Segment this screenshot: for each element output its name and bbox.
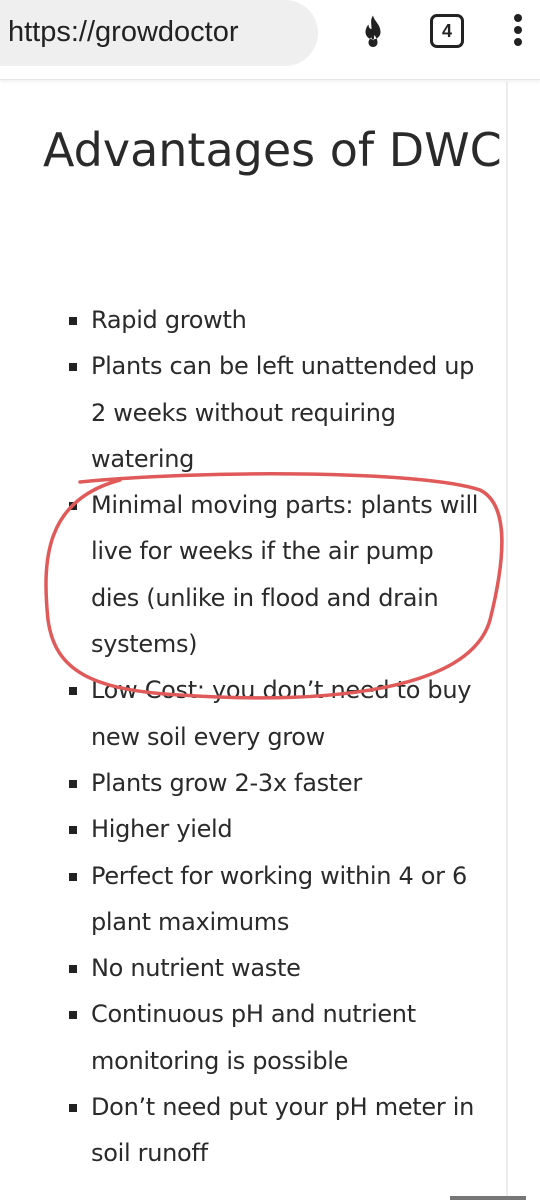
list-item: Rapid growth xyxy=(66,297,486,343)
list-item: Higher yield xyxy=(66,806,486,852)
url-bar[interactable]: https://growdoctor xyxy=(0,0,318,66)
page-heading: Advantages of DWC xyxy=(43,123,502,177)
list-item: Minimal moving parts: plants will live f… xyxy=(66,482,486,667)
list-item: Plants grow 2-3x faster xyxy=(66,760,486,806)
fire-icon[interactable] xyxy=(355,14,391,50)
menu-icon[interactable] xyxy=(514,14,524,50)
list-item: Plants can be left unattended up 2 weeks… xyxy=(66,343,486,482)
advantages-list: Rapid growth Plants can be left unattend… xyxy=(66,297,486,1177)
scrollbar[interactable] xyxy=(450,1196,526,1200)
list-item: Perfect for working within 4 or 6 plant … xyxy=(66,853,486,946)
list-item: Don’t need put your pH meter in soil run… xyxy=(66,1084,486,1177)
content-border xyxy=(506,82,508,1200)
browser-toolbar: https://growdoctor 4 xyxy=(0,0,540,80)
tab-switcher-button[interactable]: 4 xyxy=(430,14,464,48)
list-item: Low Cost: you don’t need to buy new soil… xyxy=(66,667,486,760)
list-item: No nutrient waste xyxy=(66,945,486,991)
list-item: Continuous pH and nutrient monitoring is… xyxy=(66,991,486,1084)
